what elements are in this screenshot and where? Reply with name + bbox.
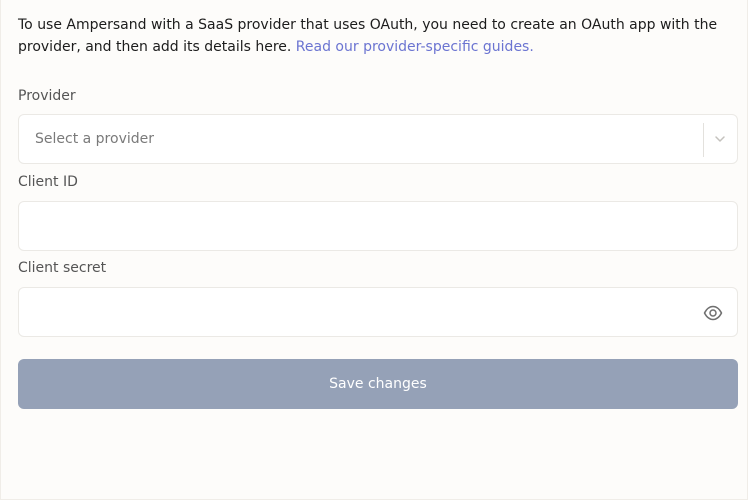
provider-select[interactable]: Select a provider — [18, 114, 738, 164]
provider-select-placeholder: Select a provider — [35, 131, 154, 147]
select-divider — [703, 123, 704, 157]
provider-label: Provider — [18, 88, 76, 104]
client-id-input[interactable] — [18, 201, 738, 251]
client-id-label: Client ID — [18, 174, 78, 190]
provider-guides-link[interactable]: Read our provider-specific guides. — [296, 39, 534, 55]
client-secret-label: Client secret — [18, 260, 107, 276]
client-secret-field[interactable] — [18, 287, 738, 337]
eye-icon[interactable] — [703, 304, 723, 322]
intro-text: To use Ampersand with a SaaS provider th… — [18, 14, 728, 58]
save-changes-button[interactable]: Save changes — [18, 359, 738, 409]
oauth-settings-panel: To use Ampersand with a SaaS provider th… — [0, 0, 748, 500]
chevron-down-icon[interactable] — [713, 132, 727, 146]
